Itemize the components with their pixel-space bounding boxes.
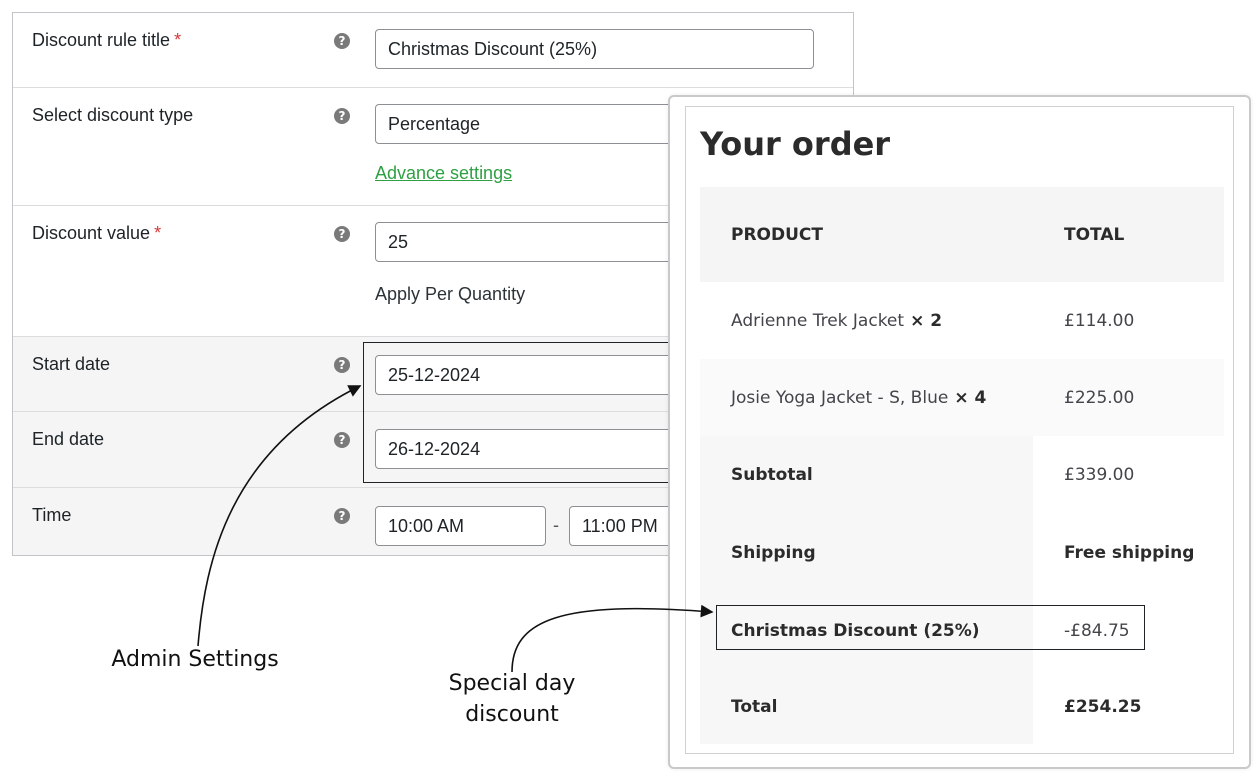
special-day-annotation-line1: Special day (448, 671, 576, 696)
special-day-annotation-line2: discount (465, 702, 559, 727)
admin-settings-annotation: Admin Settings (111, 647, 279, 672)
admin-settings-arrow (197, 385, 362, 647)
special-day-arrow (511, 604, 714, 673)
